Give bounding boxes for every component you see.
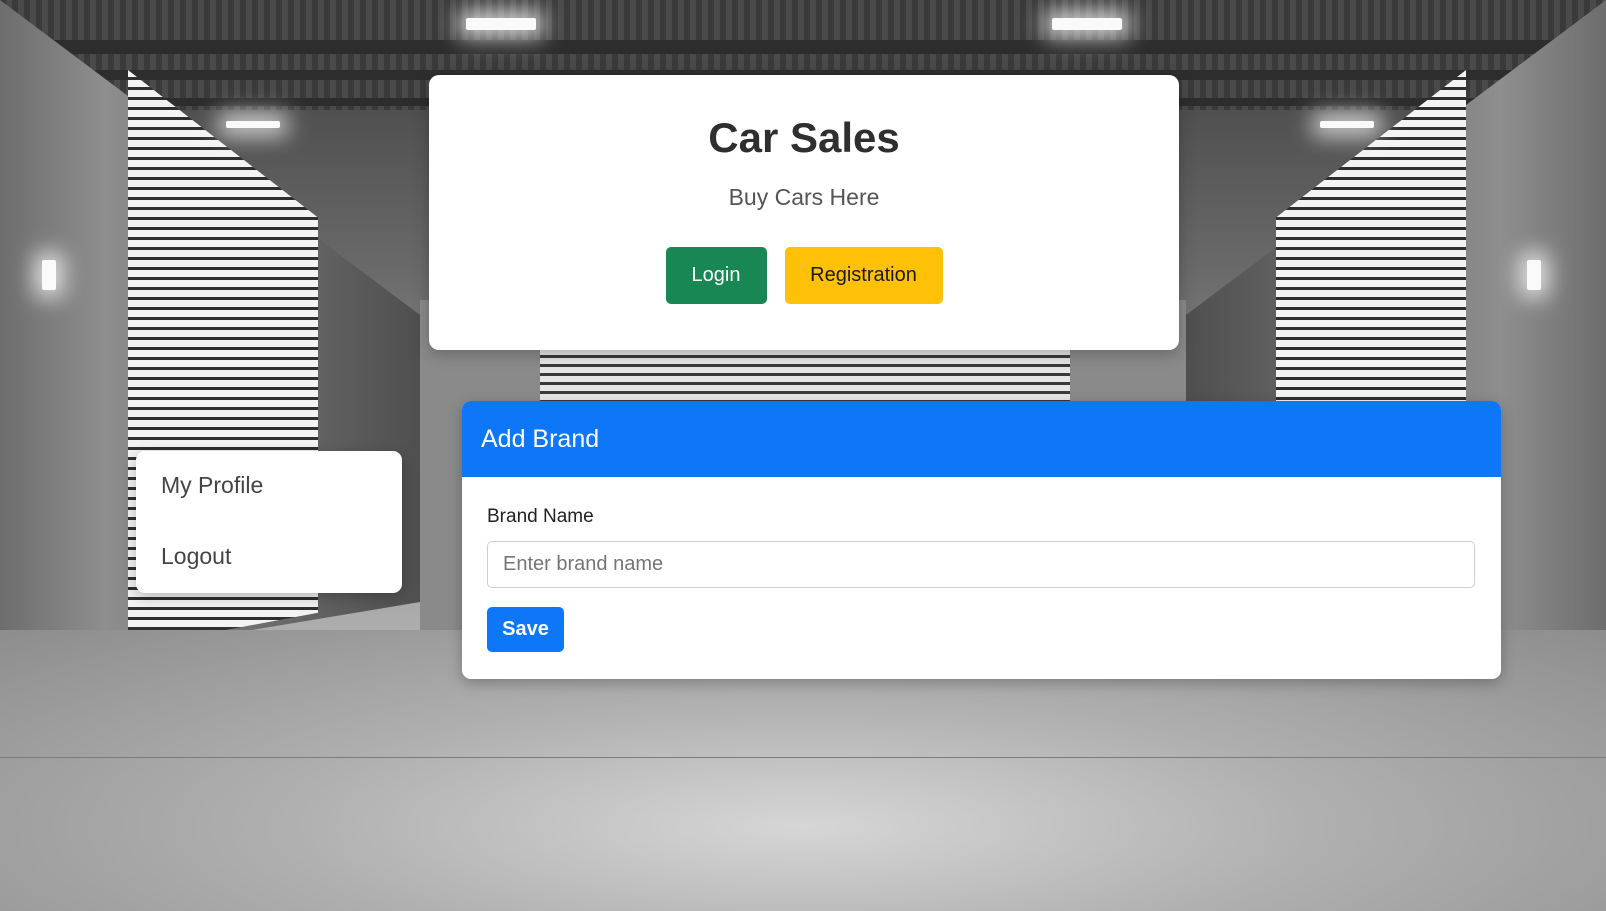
add-brand-card: Add Brand Brand Name Save: [462, 401, 1501, 679]
ceiling-light: [466, 18, 536, 30]
page-subtitle: Buy Cars Here: [728, 184, 880, 210]
ceiling-light: [1320, 121, 1374, 128]
wall-lamp: [1527, 260, 1541, 290]
registration-button[interactable]: Registration: [784, 247, 943, 304]
header-card: Car Sales Buy Cars Here Login Registrati…: [429, 75, 1179, 350]
page-title: Car Sales: [708, 114, 900, 161]
sidebar-menu: My Profile Logout: [136, 451, 402, 593]
login-button[interactable]: Login: [665, 247, 767, 304]
wall-lamp: [42, 260, 56, 290]
sidebar-item-logout[interactable]: Logout: [136, 543, 402, 614]
add-brand-form: Brand Name Save: [462, 477, 1501, 652]
save-button[interactable]: Save: [487, 607, 564, 652]
ceiling-light: [1052, 18, 1122, 30]
sidebar-item-my-profile[interactable]: My Profile: [136, 472, 402, 543]
brand-name-label: Brand Name: [487, 506, 594, 527]
ceiling-light: [226, 121, 280, 128]
add-brand-card-title: Add Brand: [462, 401, 1501, 477]
brand-name-input[interactable]: [487, 541, 1475, 588]
auth-buttons: Login Registration: [429, 247, 1179, 304]
